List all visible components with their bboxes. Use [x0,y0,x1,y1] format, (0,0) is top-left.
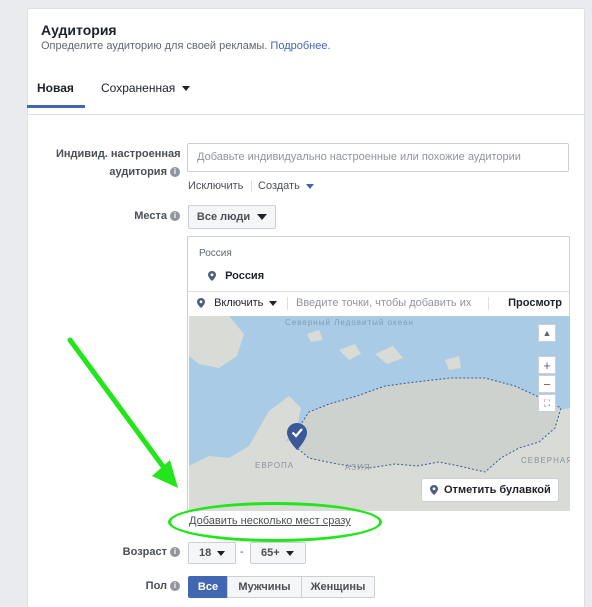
age-label-text: Возраст [122,546,167,558]
age-max-value: 65+ [261,547,280,559]
custom-audience-label-line2: аудитория [109,166,167,178]
create-dropdown[interactable]: Создать [258,180,314,192]
gender-option-female[interactable]: Женщины [301,576,375,598]
create-label: Создать [258,180,300,192]
location-pin-icon [430,485,438,495]
highlight-ellipse [168,502,382,542]
map-label-ocean: Северный Ледовитый океан [285,318,414,327]
selected-location[interactable]: Россия [208,270,264,282]
exclude-link[interactable]: Исключить [188,180,243,192]
chevron-down-icon [285,550,294,556]
drop-pin-button[interactable]: Отметить булавкой [421,478,559,502]
drop-pin-label: Отметить булавкой [444,484,551,496]
include-dropdown[interactable]: Включить [197,297,278,309]
age-label: Возраст i [100,546,180,558]
chevron-down-icon [305,183,314,189]
location-box: Россия Россия Включить Введите точки, чт… [187,236,570,511]
zoom-in-button[interactable]: + [538,356,556,374]
info-icon[interactable]: i [170,547,180,558]
info-icon[interactable]: i [170,167,180,178]
info-icon[interactable]: i [170,211,180,222]
map-label-europe: ЕВРОПА [255,461,295,470]
info-icon[interactable]: i [170,581,180,592]
location-toolbar: Включить Введите точки, чтобы добавить и… [188,291,569,315]
custom-audience-label: Индивид. настроенная [56,148,181,160]
tab-saved-label: Сохраненная [101,81,176,95]
location-pin-icon [197,298,205,309]
audience-tabs: Новая Сохраненная [27,75,557,111]
fullscreen-icon[interactable]: ⛶ [538,394,556,412]
age-separator: - [240,546,244,558]
gender-option-all[interactable]: Все [188,576,228,598]
map-expand-button[interactable]: ▲ [538,324,556,342]
toolbar-divider [488,297,489,310]
custom-audience-input[interactable]: Добавьте индивидуально настроенные или п… [187,143,569,172]
age-max-select[interactable]: 65+ [250,542,306,564]
gender-label: Пол i [100,580,180,592]
gender-option-male[interactable]: Мужчины [227,576,302,598]
panel-title: Аудитория [41,22,117,38]
toolbar-divider [287,297,288,310]
gender-label-text: Пол [145,580,167,592]
custom-audience-label-line1: Индивид. настроенная [56,148,181,160]
zoom-out-button[interactable]: − [538,375,556,393]
locations-label-text: Места [134,210,167,222]
preview-button[interactable]: Просмотр [508,297,562,309]
tab-saved[interactable]: Сохраненная [101,81,190,95]
location-search-input[interactable]: Введите точки, чтобы добавить их [296,297,471,309]
selected-location-label: Россия [225,270,265,282]
map-label-asia: АЗИЯ [345,463,371,472]
chevron-down-icon [269,300,278,306]
learn-more-link[interactable]: Подробнее. [270,40,330,52]
age-min-select[interactable]: 18 [188,542,236,564]
green-arrow-annotation [67,337,178,488]
custom-audience-label-row2: аудитория i [56,166,180,178]
chevron-down-icon [181,86,190,92]
location-scope-dropdown[interactable]: Все люди [188,205,276,229]
tab-new[interactable]: Новая [37,81,74,95]
locations-label: Места i [100,210,180,222]
panel-subtitle: Определите аудиторию для своей рекламы. … [41,40,331,52]
map-label-north: СЕВЕРНАЯ [521,456,570,465]
age-min-value: 18 [199,547,212,559]
subtitle-text: Определите аудиторию для своей рекламы. [41,40,268,52]
link-divider [251,180,252,192]
location-pin-icon [208,271,216,282]
include-label: Включить [214,297,264,309]
active-tab-indicator [27,105,85,108]
location-country-heading: Россия [199,248,232,259]
tabs-divider [27,114,584,115]
chevron-down-icon [217,550,226,556]
location-scope-label: Все люди [196,211,251,223]
chevron-down-icon [257,214,268,220]
location-map[interactable]: Северный Ледовитый океан ЕВРОПА АЗИЯ СЕВ… [189,316,570,511]
